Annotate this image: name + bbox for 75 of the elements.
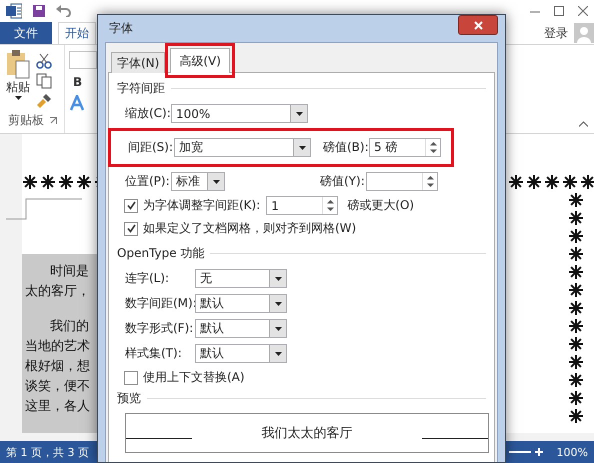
close-button[interactable]	[458, 15, 498, 35]
field-label: 位置(P):	[125, 173, 171, 190]
caret-icon	[274, 302, 282, 306]
maximize-icon[interactable]	[554, 6, 564, 16]
document-text: 我们的	[50, 318, 89, 336]
document-text: 当地的艺术	[25, 338, 90, 356]
dropdown[interactable]: 默认	[195, 319, 287, 338]
document-text: 时间是	[50, 263, 89, 281]
checkbox[interactable]	[124, 198, 138, 212]
checkbox[interactable]	[124, 222, 138, 236]
caret-icon	[274, 276, 282, 280]
dropdown[interactable]: 无	[195, 269, 287, 288]
checkbox[interactable]	[124, 370, 138, 384]
font-color-icon[interactable]	[69, 95, 85, 111]
spin-down-icon[interactable]	[428, 149, 438, 154]
checkbox-label[interactable]: 如果定义了文档网格，则对齐到网格(W)	[143, 220, 356, 237]
caret-icon	[298, 146, 306, 150]
caret-icon	[296, 112, 302, 116]
document-text: 谈笑，便不	[25, 378, 90, 396]
dialog-title: 字体	[109, 20, 133, 37]
close-icon[interactable]	[578, 6, 588, 16]
launcher-icon[interactable]	[50, 117, 57, 124]
dropdown[interactable]: 默认	[195, 344, 287, 363]
undo-icon[interactable]	[56, 5, 72, 17]
field-label: 连字(L):	[125, 270, 170, 287]
field-label: 磅或更大(O)	[347, 197, 414, 214]
collapse-ribbon-icon[interactable]	[579, 121, 588, 127]
dropdown[interactable]: 标准	[171, 172, 225, 191]
preview-text: 我们太太的客厅	[260, 425, 354, 442]
dropdown[interactable]: 默认	[195, 294, 287, 313]
caret-icon	[212, 180, 220, 184]
scissors-icon[interactable]	[36, 53, 52, 69]
field-label: 磅值(B):	[323, 139, 369, 156]
checkbox-label[interactable]: 为字体调整字间距(K):	[143, 197, 260, 214]
sign-in-link[interactable]: 登录	[544, 24, 568, 42]
section-title: 预览	[117, 390, 141, 406]
caret-icon	[14, 96, 22, 100]
copy-icon[interactable]	[36, 73, 52, 89]
document-text: 这里，各人	[25, 398, 90, 416]
paste-button[interactable]: 粘贴	[6, 49, 30, 100]
document-text: 太的客厅，	[25, 283, 90, 301]
zoom-level[interactable]: 100%	[556, 446, 588, 458]
checkbox-label[interactable]: 使用上下文替换(A)	[143, 369, 245, 386]
field-label: 间距(S):	[128, 139, 174, 156]
spin-field[interactable]: 1	[266, 196, 338, 215]
caret-icon	[274, 326, 282, 330]
section-title: 字符间距	[117, 80, 165, 96]
font-name-field[interactable]	[69, 51, 97, 69]
field-label: 磅值(Y):	[320, 173, 366, 190]
dropdown[interactable]: 加宽	[174, 138, 311, 157]
document-text: 根好烟，想	[25, 358, 90, 376]
caret-icon	[274, 352, 282, 356]
spin-field[interactable]	[366, 172, 438, 191]
spin-field[interactable]: 5 磅	[369, 138, 441, 157]
spin-up-icon[interactable]	[428, 140, 438, 146]
spin-up-icon[interactable]	[426, 174, 434, 180]
spin-up-icon[interactable]	[326, 198, 335, 204]
save-icon[interactable]	[32, 4, 46, 18]
bold-button[interactable]: B	[69, 75, 97, 89]
field-label: 样式集(T):	[125, 345, 183, 362]
ribbon-tab[interactable]: 开始	[58, 22, 96, 44]
section-title: OpenType 功能	[117, 244, 204, 262]
spin-down-icon[interactable]	[426, 183, 434, 188]
page-count: 第 1 页，共 3 页	[6, 444, 89, 460]
dialog-tab[interactable]: 字体(N)	[111, 52, 166, 73]
word-logo-icon	[6, 3, 22, 19]
field-label: 缩放(C):	[125, 105, 171, 122]
group-label: 剪贴板	[8, 112, 44, 129]
brush-icon[interactable]	[36, 93, 52, 109]
field-label: 数字间距(M):	[125, 295, 195, 312]
crop-mark-icon	[6, 198, 82, 220]
field-label: 数字形式(F):	[125, 320, 194, 337]
ribbon-tab[interactable]: 文件	[0, 22, 52, 44]
dropdown[interactable]: 100%	[171, 104, 308, 123]
spin-down-icon[interactable]	[326, 207, 335, 212]
